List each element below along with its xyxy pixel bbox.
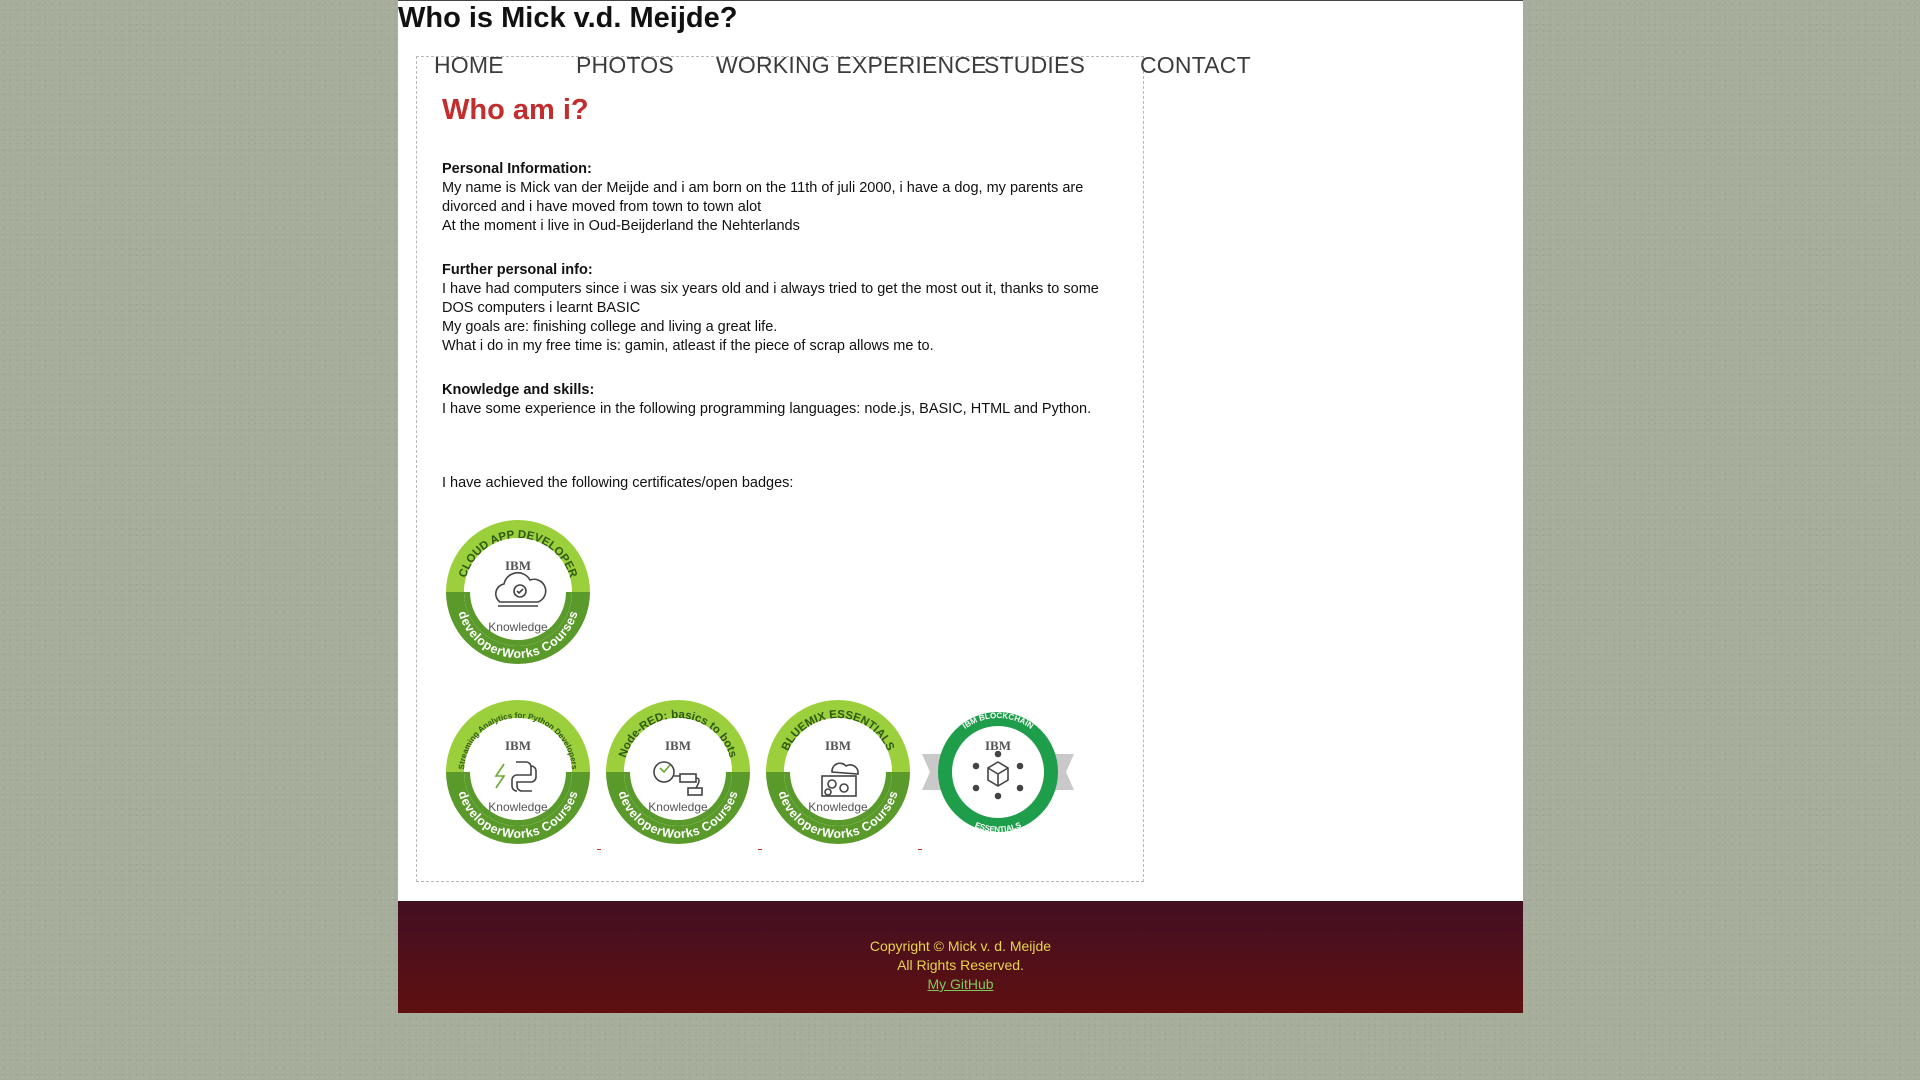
nav-studies[interactable]: STUDIES: [984, 52, 1085, 79]
page-container: Who is Mick v.d. Meijde? HOME PHOTOS WOR…: [398, 0, 1523, 1013]
section-line: My goals are: finishing college and livi…: [442, 319, 778, 335]
main-content: Who am i? Personal Information: My name …: [442, 92, 1122, 493]
badge-graphic: IBM BLOCKCHAINESSENTIALSIBM: [922, 711, 1074, 834]
ibm-logo: IBM: [505, 738, 531, 753]
badge-graphic: Node-RED: basics to botsdeveloperWorks C…: [604, 698, 752, 846]
section-title: Further personal info:: [442, 262, 593, 278]
section-title: Knowledge and skills:: [442, 382, 595, 398]
github-link[interactable]: My GitHub: [927, 976, 993, 992]
badge-level: Knowledge: [488, 620, 548, 634]
page-heading: Who am i?: [442, 94, 589, 126]
streaming-analytics-badge[interactable]: Streaming Analytics for Python Developer…: [442, 696, 594, 848]
badge-level: Knowledge: [488, 800, 548, 814]
link-underline: [597, 849, 601, 850]
copyright-text: Copyright © Mick v. d. Meijde: [869, 938, 1052, 954]
section-line: My name is Mick van der Meijde and i am …: [442, 180, 1084, 215]
section-line: I have some experience in the following …: [442, 401, 1092, 417]
site-title: Who is Mick v.d. Meijde?: [398, 2, 738, 34]
link-underline: [758, 849, 762, 850]
top-divider: [398, 0, 1523, 1]
nav-working-experience[interactable]: WORKING EXPERIENCE: [716, 52, 987, 79]
ibm-blockchain-badge[interactable]: IBM BLOCKCHAIN ESSENTIALS IBM: [922, 696, 1074, 848]
node-red-badge[interactable]: Node-RED: basics to bots developerWorks C…: [602, 696, 754, 848]
nav-photos[interactable]: PHOTOS: [576, 52, 674, 79]
rights-text: All Rights Reserved.: [897, 957, 1024, 973]
section-line: I have had computers since i was six yea…: [442, 281, 1099, 316]
ibm-logo: IBM: [505, 558, 531, 573]
badge-row: Streaming Analytics for Python Developer…: [442, 696, 1102, 856]
badge-graphic: BLUEMIX ESSENTIALSdeveloperWorks Courses…: [764, 698, 912, 846]
badge-graphic: CLOUD APP DEVELOPERdeveloperWorks Course…: [444, 518, 592, 666]
skills-section: Knowledge and skills: I have some experi…: [442, 381, 1122, 419]
badge-level: Knowledge: [648, 800, 708, 814]
section-line: At the moment i live in Oud-Beijderland …: [442, 218, 800, 234]
site-footer: Copyright © Mick v. d. Meijde All Rights…: [398, 901, 1523, 1013]
cloud-app-developer-badge[interactable]: CLOUD APP DEVELOPER developerWorks Course…: [442, 516, 594, 668]
section-line: What i do in my free time is: gamin, atl…: [442, 338, 934, 354]
badge-graphic: Streaming Analytics for Python Developer…: [444, 698, 592, 846]
nav-home[interactable]: HOME: [434, 52, 504, 79]
badges-intro: I have achieved the following certificat…: [442, 475, 794, 491]
link-underline: [918, 849, 922, 850]
personal-info-section: Personal Information: My name is Mick va…: [442, 160, 1122, 236]
badge-level: Knowledge: [808, 800, 868, 814]
ibm-logo: IBM: [825, 738, 851, 753]
further-info-section: Further personal info: I have had comput…: [442, 261, 1122, 356]
nav-contact[interactable]: CONTACT: [1140, 52, 1251, 79]
section-title: Personal Information:: [442, 161, 592, 177]
bluemix-essentials-badge[interactable]: BLUEMIX ESSENTIALS developerWorks Courses…: [762, 696, 914, 848]
ibm-logo: IBM: [665, 738, 691, 753]
